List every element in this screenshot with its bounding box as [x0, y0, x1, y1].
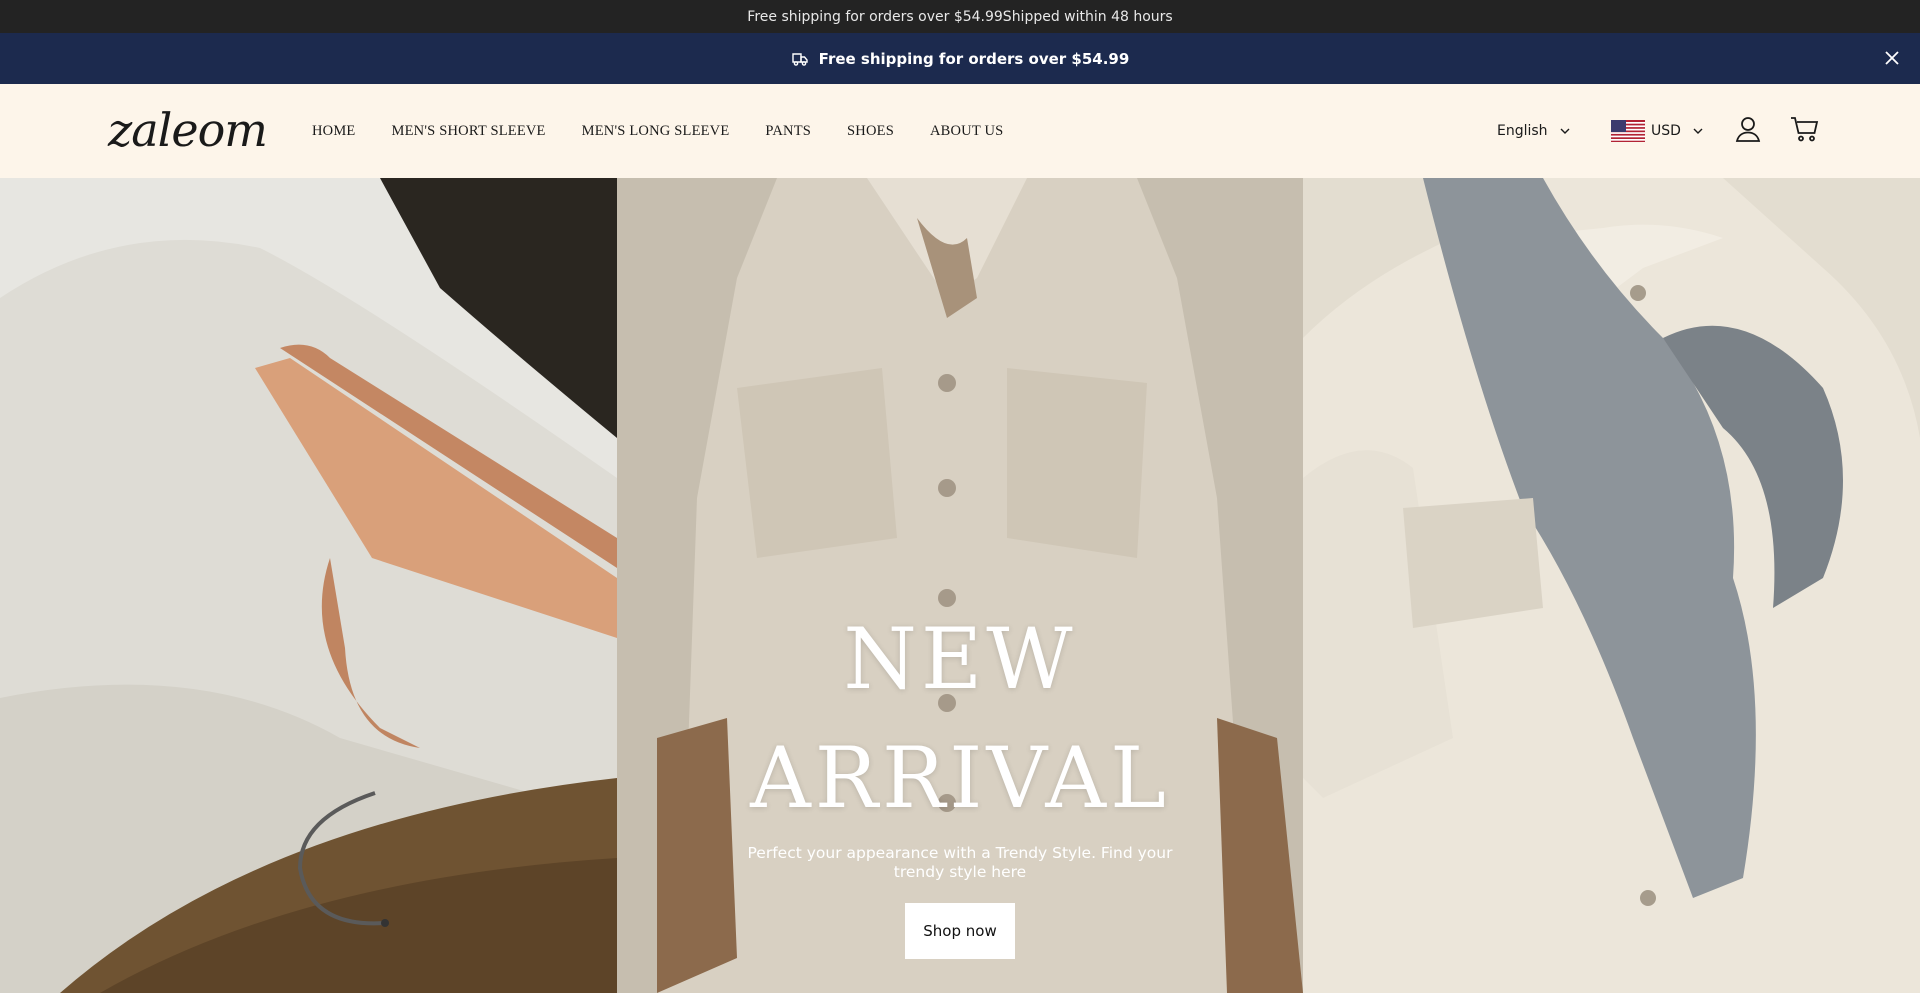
close-icon[interactable] — [1880, 46, 1904, 70]
site-header: zaleom HOME MEN'S SHORT SLEEVE MEN'S LON… — [0, 84, 1920, 178]
hero-image-right — [1303, 178, 1920, 993]
main-nav: HOME MEN'S SHORT SLEEVE MEN'S LONG SLEEV… — [312, 84, 1039, 178]
nav-item-mens-short-sleeve[interactable]: MEN'S SHORT SLEEVE — [392, 123, 546, 140]
chevron-down-icon — [1560, 128, 1570, 134]
shop-now-button[interactable]: Shop now — [905, 903, 1015, 959]
nav-item-pants[interactable]: PANTS — [765, 123, 811, 140]
top-info-bar: Free shipping for orders over $54.99Ship… — [0, 0, 1920, 33]
currency-label: USD — [1651, 123, 1681, 139]
top-info-text: Free shipping for orders over $54.99Ship… — [747, 8, 1173, 25]
nav-item-mens-long-sleeve[interactable]: MEN'S LONG SLEEVE — [582, 123, 730, 140]
user-icon[interactable] — [1734, 115, 1762, 143]
hero-title-line1: NEW — [843, 610, 1077, 708]
nav-item-about-us[interactable]: ABOUT US — [930, 123, 1003, 140]
brand-logo[interactable]: zaleom — [108, 104, 268, 156]
truck-icon — [791, 51, 809, 67]
hero-subtitle: Perfect your appearance with a Trendy St… — [747, 844, 1173, 881]
currency-selector[interactable]: USD — [1611, 119, 1703, 143]
hero-banner: NEW ARRIVAL Perfect your appearance with… — [0, 178, 1920, 993]
hero-image-left — [0, 178, 617, 993]
nav-item-shoes[interactable]: SHOES — [847, 123, 894, 140]
hero-text-block: NEW ARRIVAL Perfect your appearance with… — [617, 178, 1303, 993]
announcement-text: Free shipping for orders over $54.99 — [818, 49, 1130, 68]
announcement-bar: Free shipping for orders over $54.99 — [0, 33, 1920, 84]
us-flag-icon — [1611, 120, 1645, 142]
cart-icon[interactable] — [1790, 115, 1820, 143]
hero-title-line2: ARRIVAL — [750, 729, 1170, 827]
nav-item-home[interactable]: HOME — [312, 123, 356, 140]
language-selector[interactable]: English — [1497, 119, 1570, 143]
chevron-down-icon — [1693, 128, 1703, 134]
language-label: English — [1497, 123, 1548, 139]
